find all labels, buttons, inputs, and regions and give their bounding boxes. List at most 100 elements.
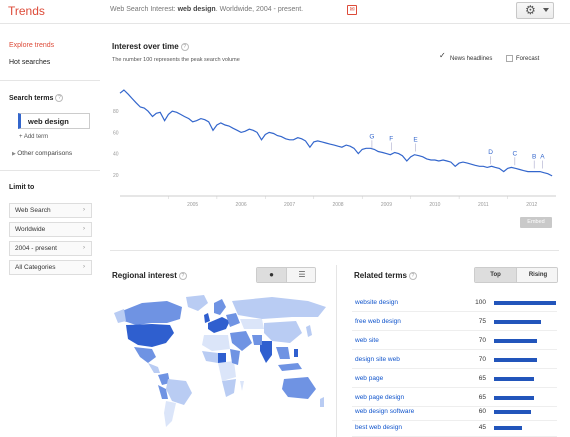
regional-interest-title: Regional interest — [112, 271, 177, 280]
news-headlines-label: News headlines — [450, 56, 493, 63]
list-item[interactable]: web design software 60 — [352, 404, 557, 421]
related-term-link[interactable]: website design — [355, 299, 398, 306]
related-term-bar — [494, 358, 538, 362]
region-madagascar[interactable] — [240, 381, 244, 391]
x-tick-label: 2005 — [187, 202, 198, 208]
check-icon: ✓ — [439, 51, 446, 60]
filter-time-range[interactable]: 2004 - present › — [9, 241, 92, 256]
nav-hot-searches[interactable]: Hot searches — [9, 59, 50, 66]
related-term-link[interactable]: web page design — [355, 394, 404, 401]
x-tick-label: 2006 — [236, 202, 247, 208]
region-usa[interactable] — [126, 324, 174, 347]
region-greenland[interactable] — [186, 295, 208, 311]
tab-rising[interactable]: Rising — [517, 268, 557, 282]
list-item[interactable]: free web design 75 — [352, 314, 557, 331]
region-west-africa[interactable] — [202, 351, 218, 363]
related-term-link[interactable]: web page — [355, 375, 383, 382]
share-icon[interactable]: ✉ — [347, 5, 357, 15]
list-item[interactable]: web site 70 — [352, 333, 557, 350]
related-term-bar — [494, 377, 535, 381]
help-icon[interactable]: ? — [55, 94, 64, 102]
related-term-link[interactable]: web site — [355, 337, 379, 344]
region-alaska[interactable] — [114, 309, 126, 323]
interest-over-time-chart[interactable]: 80 60 40 20 2005 2006 2007 2008 2009 2010 2011 2012… — [108, 84, 560, 214]
forecast-toggle[interactable]: Forecast — [506, 55, 539, 62]
region-australia[interactable] — [282, 377, 316, 399]
list-item[interactable]: design site web 70 — [352, 352, 557, 369]
embed-button[interactable]: Embed — [520, 217, 552, 228]
region-central-america[interactable] — [148, 363, 160, 373]
region-scandinavia[interactable] — [214, 299, 226, 315]
help-icon[interactable]: ? — [178, 271, 187, 280]
region-russia[interactable] — [232, 297, 326, 319]
annotation-label: F — [389, 135, 393, 142]
region-kazakhstan[interactable] — [240, 319, 264, 329]
section-divider — [110, 250, 559, 251]
region-southeast-asia[interactable] — [276, 347, 290, 359]
filter-search-type[interactable]: Web Search › — [9, 203, 92, 218]
tab-top[interactable]: Top — [475, 268, 517, 282]
region-china[interactable] — [264, 321, 302, 343]
search-terms-title: Search terms — [9, 94, 54, 102]
region-nigeria[interactable] — [218, 353, 226, 363]
region-japan[interactable] — [306, 325, 312, 337]
region-north-africa[interactable] — [202, 335, 230, 351]
region-uk[interactable] — [204, 313, 210, 323]
help-icon[interactable]: ? — [180, 42, 189, 51]
list-item[interactable]: best web design 45 — [352, 420, 557, 437]
query-prefix: Web Search Interest: — [110, 6, 178, 13]
y-tick-label: 80 — [113, 109, 119, 115]
related-term-link[interactable]: free web design — [355, 318, 401, 325]
region-canada[interactable] — [122, 301, 182, 325]
region-mexico[interactable] — [134, 347, 156, 363]
annotation-label: E — [413, 136, 418, 143]
related-term-value: 70 — [478, 356, 486, 363]
help-icon[interactable]: ? — [408, 271, 417, 280]
region-philippines[interactable] — [294, 349, 298, 357]
filter-category[interactable]: All Categories › — [9, 260, 92, 275]
region-argentina[interactable] — [164, 401, 176, 427]
annotation-label: D — [488, 149, 493, 156]
list-item[interactable]: website design 100 — [352, 295, 557, 312]
search-term-chip[interactable]: web design — [18, 113, 90, 129]
add-term-link[interactable]: + Add term — [19, 134, 48, 140]
region-central-africa[interactable] — [218, 361, 236, 381]
list-icon[interactable]: ☰ — [287, 268, 315, 282]
related-terms-heading: Related terms? — [354, 271, 417, 280]
list-item[interactable]: web page 65 — [352, 371, 557, 388]
news-headlines-toggle[interactable]: ✓ News headlines — [439, 51, 493, 63]
checkbox[interactable]: ✓ — [439, 51, 447, 62]
trends-logo[interactable]: Trends — [8, 4, 45, 18]
related-term-link[interactable]: web design software — [355, 408, 414, 415]
region-pakistan[interactable] — [252, 335, 262, 345]
region-middle-east[interactable] — [230, 331, 252, 351]
region-new-zealand[interactable] — [320, 397, 324, 407]
region-southern-africa[interactable] — [222, 379, 236, 397]
related-term-bar — [494, 320, 541, 324]
related-terms-tabs: Top Rising — [474, 267, 558, 283]
settings-button[interactable]: ⚙ — [516, 2, 554, 19]
globe-icon[interactable]: ● — [257, 268, 287, 282]
nav-explore-trends[interactable]: Explore trends — [9, 42, 54, 49]
other-comparisons-link[interactable]: ▶ Other comparisons — [12, 150, 72, 157]
related-term-link[interactable]: best web design — [355, 424, 402, 431]
region-brazil[interactable] — [166, 379, 192, 405]
related-term-value: 60 — [478, 408, 486, 415]
checkbox[interactable] — [506, 55, 513, 62]
region-indonesia[interactable] — [278, 363, 302, 371]
chevron-right-icon: › — [83, 245, 85, 251]
series-line — [119, 89, 553, 177]
y-tick-label: 40 — [113, 152, 119, 158]
x-tick-label: 2010 — [429, 202, 440, 208]
related-term-link[interactable]: design site web — [355, 356, 400, 363]
annotation-label: B — [532, 153, 536, 160]
forecast-label: Forecast — [516, 56, 540, 63]
regional-interest-heading: Regional interest? — [112, 271, 187, 280]
related-term-bar — [494, 339, 538, 343]
filter-region[interactable]: Worldwide › — [9, 222, 92, 237]
column-divider — [336, 265, 337, 437]
world-map[interactable] — [112, 293, 332, 433]
region-eastern-europe[interactable] — [226, 313, 240, 327]
region-western-europe[interactable] — [208, 317, 230, 333]
gear-icon: ⚙ — [525, 3, 536, 17]
